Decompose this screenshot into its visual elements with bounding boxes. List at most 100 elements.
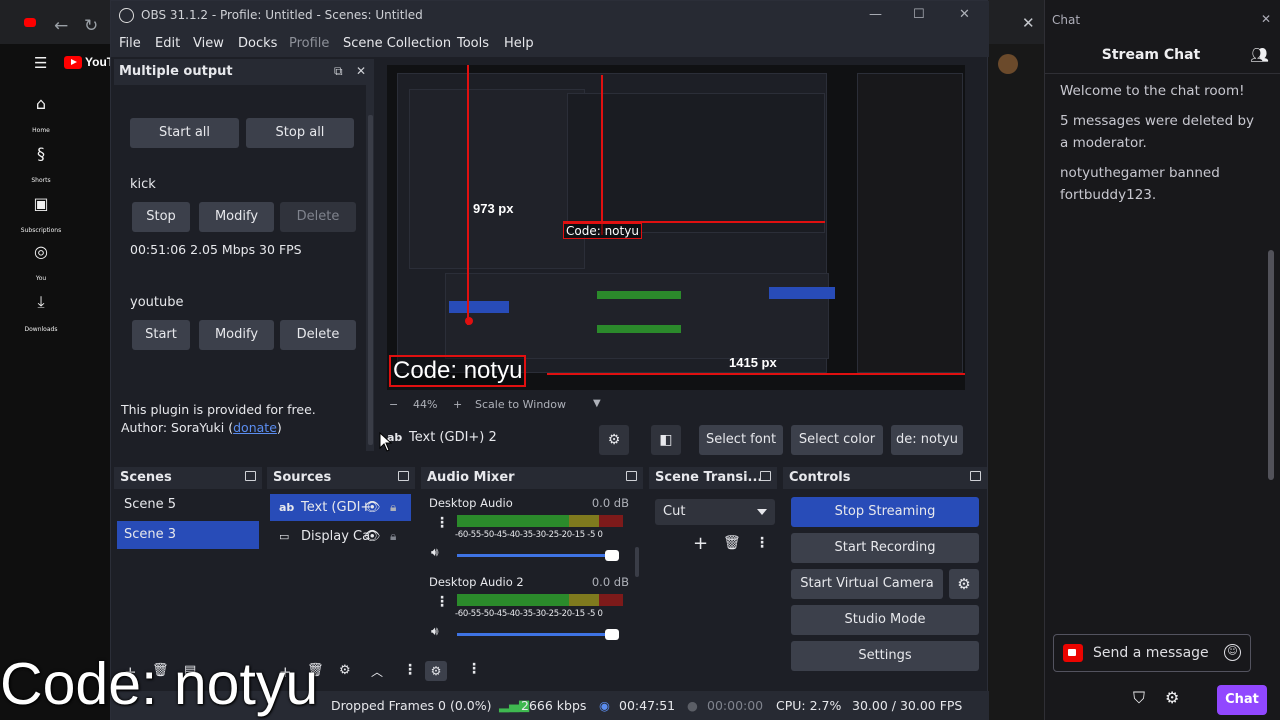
float-dock-icon[interactable] xyxy=(760,471,771,481)
hamburger-menu-icon[interactable]: ☰ xyxy=(34,54,47,72)
float-dock-icon[interactable] xyxy=(970,471,981,481)
menu-profile[interactable]: Profile xyxy=(289,36,329,51)
chat-input[interactable]: Send a message ☺ xyxy=(1053,634,1251,672)
more-options-icon[interactable]: ⋮ xyxy=(467,661,481,677)
volume-slider[interactable] xyxy=(457,629,619,640)
start-virtual-camera-button[interactable]: Start Virtual Camera xyxy=(791,569,943,599)
scene-item[interactable]: Scene 5 xyxy=(117,491,259,519)
menu-scene-collection[interactable]: Scene Collection xyxy=(343,36,451,51)
source-name: Display Ca xyxy=(301,529,371,544)
close-tab-icon[interactable]: ✕ xyxy=(1022,14,1035,32)
studio-mode-button[interactable]: Studio Mode xyxy=(791,605,979,635)
yt-nav-subscriptions[interactable]: ▣ Subscriptions xyxy=(0,194,82,236)
lock-icon[interactable]: 🔒︎ xyxy=(390,494,396,521)
scene-item-selected[interactable]: Scene 3 xyxy=(117,521,259,549)
minimize-icon[interactable]: — xyxy=(869,7,882,22)
obs-window-title: OBS 31.1.2 - Profile: Untitled - Scenes:… xyxy=(141,8,423,22)
settings-button[interactable]: Settings xyxy=(791,641,979,671)
start-all-button[interactable]: Start all xyxy=(130,118,239,148)
preview-area: 973 px 1415 px Code: notyu Code: notyu −… xyxy=(379,59,987,411)
menu-help[interactable]: Help xyxy=(504,36,534,51)
chat-scrollbar[interactable] xyxy=(1268,75,1274,595)
menu-file[interactable]: File xyxy=(119,36,141,51)
gear-icon[interactable]: ⚙ xyxy=(1165,688,1179,707)
avatar[interactable] xyxy=(998,54,1018,74)
more-options-icon[interactable]: ⋮ xyxy=(403,662,417,678)
zoom-in-icon[interactable]: + xyxy=(453,398,462,411)
float-dock-icon[interactable]: ⧉ xyxy=(334,64,343,79)
float-dock-icon[interactable] xyxy=(626,471,637,481)
nested-meter xyxy=(597,325,681,333)
volume-slider[interactable] xyxy=(457,550,619,561)
float-dock-icon[interactable] xyxy=(245,471,256,481)
more-options-icon[interactable]: ⋮ xyxy=(435,515,449,531)
more-options-icon[interactable]: ⋮ xyxy=(755,535,769,551)
trash-icon[interactable]: 🗑︎ xyxy=(723,535,741,551)
stop-all-button[interactable]: Stop all xyxy=(246,118,354,148)
float-dock-icon[interactable] xyxy=(398,471,409,481)
source-item[interactable]: ▭ Display Ca 👁︎ 🔒︎ xyxy=(270,523,411,550)
select-color-button[interactable]: Select color xyxy=(791,425,883,455)
youtube-logo[interactable]: YouTube xyxy=(64,55,135,69)
menu-docks[interactable]: Docks xyxy=(238,36,277,51)
mixer-scrollbar[interactable] xyxy=(635,547,639,577)
users-icon[interactable]: 👥︎ xyxy=(1250,46,1269,64)
start-recording-button[interactable]: Start Recording xyxy=(791,533,979,563)
select-font-button[interactable]: Select font xyxy=(699,425,783,455)
speaker-icon[interactable]: 🔊︎ xyxy=(431,545,439,560)
audio-channel-db: 0.0 dB xyxy=(591,496,629,510)
reload-icon[interactable]: ↻ xyxy=(84,16,98,36)
source-item-selected[interactable]: ab Text (GDI+ 👁︎ 🔒︎ xyxy=(270,494,411,521)
emoji-icon[interactable]: ☺ xyxy=(1224,644,1241,661)
menu-view[interactable]: View xyxy=(193,36,224,51)
lock-icon[interactable]: 🔒︎ xyxy=(390,523,396,550)
transition-select[interactable]: Cut xyxy=(655,499,775,525)
chevron-up-icon[interactable]: ︿ xyxy=(371,663,383,680)
multiple-output-body: Start all Stop all kick Stop Modify Dele… xyxy=(114,85,366,451)
gear-icon[interactable]: ⚙ xyxy=(599,425,629,455)
close-icon[interactable]: ✕ xyxy=(1261,12,1271,26)
gear-icon[interactable]: ⚙ xyxy=(949,569,979,599)
chevron-down-icon[interactable]: ▼ xyxy=(593,398,601,409)
gear-icon[interactable]: ⚙ xyxy=(425,661,447,681)
stop-streaming-button[interactable]: Stop Streaming xyxy=(791,497,979,527)
speaker-icon[interactable]: 🔊︎ xyxy=(431,624,439,639)
scale-mode-select[interactable]: Scale to Window xyxy=(475,398,566,411)
youtube-modify-button[interactable]: Modify xyxy=(199,320,274,350)
yt-nav-shorts[interactable]: § Shorts xyxy=(0,144,82,186)
zoom-out-icon[interactable]: − xyxy=(389,398,398,411)
cpu-usage: CPU: 2.7% xyxy=(776,698,842,713)
youtube-delete-button[interactable]: Delete xyxy=(280,320,356,350)
preview-canvas[interactable]: 973 px 1415 px Code: notyu Code: notyu xyxy=(387,65,965,390)
more-options-icon[interactable]: ⋮ xyxy=(435,594,449,610)
kick-delete-button[interactable]: Delete xyxy=(280,202,356,232)
yt-nav-you[interactable]: ◎ You xyxy=(0,242,82,284)
add-transition-icon[interactable]: + xyxy=(693,533,708,554)
selected-text-source[interactable]: Code: notyu xyxy=(389,355,527,387)
guide-handle[interactable] xyxy=(465,317,473,325)
filters-icon[interactable]: ◧ xyxy=(651,425,681,455)
close-icon[interactable]: ✕ xyxy=(959,7,970,22)
back-icon[interactable]: ← xyxy=(54,16,68,36)
menu-edit[interactable]: Edit xyxy=(155,36,180,51)
shield-icon[interactable]: ⛉ xyxy=(1133,688,1145,708)
maximize-icon[interactable]: ☐ xyxy=(913,7,925,22)
nested-meter xyxy=(597,291,681,299)
kick-modify-button[interactable]: Modify xyxy=(199,202,274,232)
close-icon[interactable]: ✕ xyxy=(356,64,366,78)
yt-nav-home[interactable]: ⌂ Home xyxy=(0,94,82,136)
gear-icon[interactable]: ⚙ xyxy=(339,663,351,678)
donate-link[interactable]: donate xyxy=(233,420,277,435)
audio-mixer-title: Audio Mixer xyxy=(427,470,515,485)
text-input[interactable]: de: notyu xyxy=(891,425,963,455)
eye-icon[interactable]: 👁︎ xyxy=(364,494,381,521)
sources-title: Sources xyxy=(273,470,332,485)
menu-tools[interactable]: Tools xyxy=(457,36,489,51)
eye-icon[interactable]: 👁︎ xyxy=(364,523,381,550)
youtube-start-button[interactable]: Start xyxy=(132,320,190,350)
youtube-tab-icon[interactable] xyxy=(24,18,36,27)
yt-nav-downloads[interactable]: ⤓ Downloads xyxy=(0,292,82,335)
chat-send-button[interactable]: Chat xyxy=(1217,685,1267,715)
multiple-output-scrollbar[interactable] xyxy=(368,115,373,445)
kick-stop-button[interactable]: Stop xyxy=(132,202,190,232)
